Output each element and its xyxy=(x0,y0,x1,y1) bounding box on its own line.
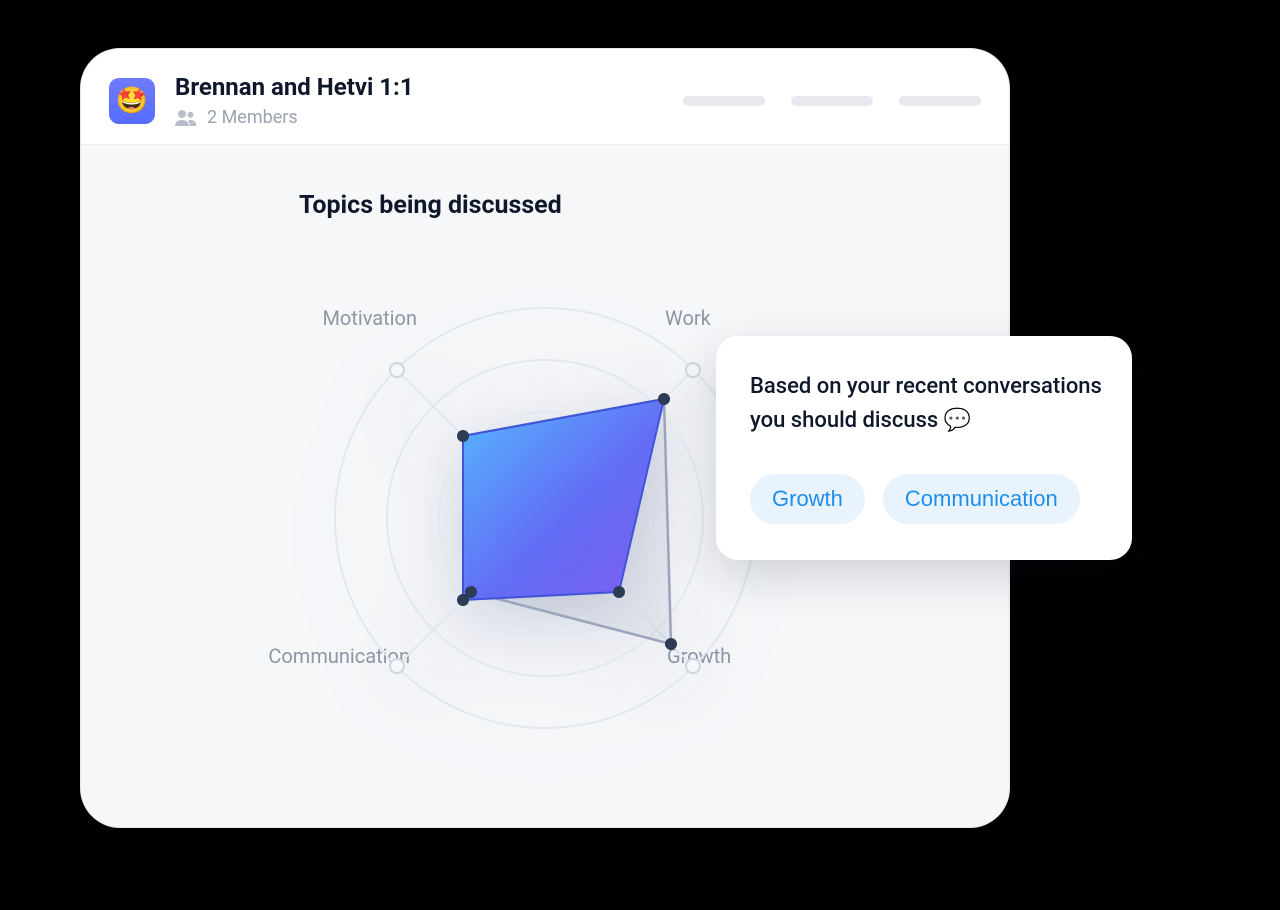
placeholder-tab xyxy=(899,96,981,106)
title-block: Brennan and Hetvi 1:1 2 Members xyxy=(175,73,414,128)
suggestion-popover: Based on your recent conversations you s… xyxy=(716,336,1132,560)
channel-avatar: 🤩 xyxy=(109,78,155,124)
star-struck-emoji-icon: 🤩 xyxy=(116,86,148,116)
placeholder-tab xyxy=(683,96,765,106)
section-title: Topics being discussed xyxy=(299,191,1009,220)
members-row: 2 Members xyxy=(175,107,414,128)
chip-growth[interactable]: Growth xyxy=(750,474,865,524)
suggestion-text: Based on your recent conversations you s… xyxy=(750,370,1102,438)
suggestion-chips: Growth Communication xyxy=(750,474,1102,524)
radar-chart-svg xyxy=(315,288,775,748)
card-header: 🤩 Brennan and Hetvi 1:1 xyxy=(81,49,1009,145)
members-icon xyxy=(175,110,197,126)
channel-title: Brennan and Hetvi 1:1 xyxy=(175,73,414,101)
members-count-label: 2 Members xyxy=(207,107,298,128)
placeholder-tab xyxy=(791,96,873,106)
chip-communication[interactable]: Communication xyxy=(883,474,1080,524)
header-placeholder-tabs xyxy=(683,96,981,106)
